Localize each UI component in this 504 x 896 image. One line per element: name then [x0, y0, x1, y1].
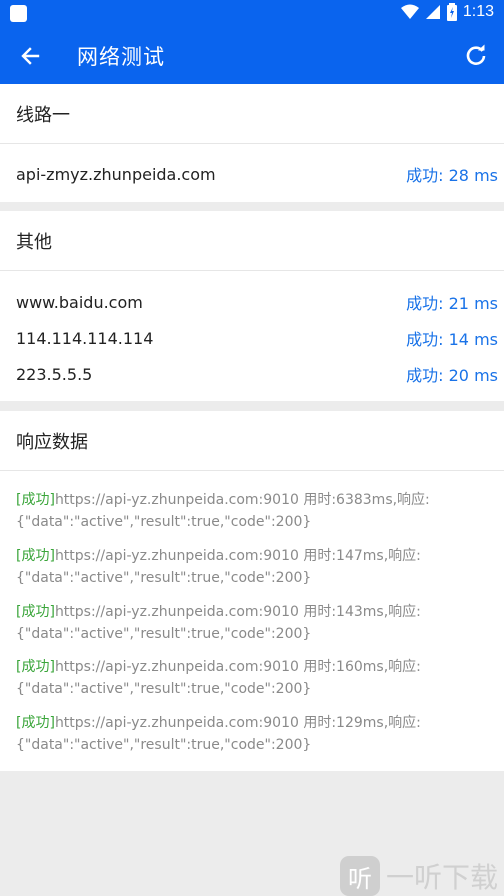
wifi-icon	[400, 4, 419, 19]
status-time: 1:13	[462, 3, 494, 20]
response-line: https://api-yz.zhunpeida.com:9010 用时:638…	[54, 492, 430, 508]
response-entry: [成功]https://api-yz.zhunpeida.com:9010 用时…	[16, 712, 484, 756]
route-row: api-zmyz.zhunpeida.com 成功: 28 ms	[16, 162, 498, 186]
response-body: {"data":"active","result":true,"code":20…	[16, 681, 312, 697]
response-tag: [成功]	[16, 604, 55, 620]
response-tag: [成功]	[16, 715, 55, 731]
refresh-button[interactable]	[463, 42, 489, 68]
response-line: https://api-yz.zhunpeida.com:9010 用时:129…	[54, 715, 421, 731]
response-body: {"data":"active","result":true,"code":20…	[16, 570, 312, 586]
response-tag: [成功]	[16, 492, 55, 508]
other-host: 223.5.5.5	[16, 364, 93, 384]
response-line: https://api-yz.zhunpeida.com:9010 用时:147…	[54, 548, 421, 564]
response-line: https://api-yz.zhunpeida.com:9010 用时:160…	[54, 659, 421, 675]
other-result: 成功: 20 ms	[406, 366, 498, 385]
other-row: 114.114.114.114 成功: 14 ms	[16, 326, 498, 350]
response-entry: [成功]https://api-yz.zhunpeida.com:9010 用时…	[16, 489, 484, 533]
other-result: 成功: 21 ms	[406, 294, 498, 313]
response-body: {"data":"active","result":true,"code":20…	[16, 737, 312, 753]
responses-heading: 响应数据	[0, 411, 504, 471]
response-tag: [成功]	[16, 659, 55, 675]
signal-icon	[425, 5, 440, 19]
watermark: 听 一听下载	[339, 856, 498, 896]
watermark-logo-icon: 听	[339, 856, 380, 896]
other-host: 114.114.114.114	[16, 328, 154, 348]
other-host: www.baidu.com	[16, 292, 143, 312]
other-row: www.baidu.com 成功: 21 ms	[16, 290, 498, 314]
status-icons: 1:13	[400, 3, 494, 21]
route-result: 成功: 28 ms	[406, 166, 498, 185]
other-heading: 其他	[0, 211, 504, 271]
response-entry: [成功]https://api-yz.zhunpeida.com:9010 用时…	[16, 545, 484, 589]
arrow-left-icon	[21, 47, 40, 65]
other-card: 其他 www.baidu.com 成功: 21 ms 114.114.114.1…	[0, 211, 504, 401]
status-bar: 1:13	[0, 0, 504, 27]
page-title: 网络测试	[77, 45, 165, 69]
notification-icon	[10, 5, 27, 22]
route-host: api-zmyz.zhunpeida.com	[16, 164, 216, 184]
response-body: {"data":"active","result":true,"code":20…	[16, 626, 312, 642]
watermark-text: 一听下载	[385, 861, 498, 894]
other-row: 223.5.5.5 成功: 20 ms	[16, 362, 498, 386]
back-button[interactable]	[17, 43, 43, 69]
response-tag: [成功]	[16, 548, 55, 564]
app-bar: 网络测试	[0, 27, 504, 84]
route1-card: 线路一 api-zmyz.zhunpeida.com 成功: 28 ms	[0, 84, 504, 202]
response-entry: [成功]https://api-yz.zhunpeida.com:9010 用时…	[16, 656, 484, 700]
battery-icon	[446, 3, 457, 21]
route1-heading: 线路一	[0, 84, 504, 144]
refresh-icon	[466, 44, 486, 65]
response-entry: [成功]https://api-yz.zhunpeida.com:9010 用时…	[16, 601, 484, 645]
other-result: 成功: 14 ms	[406, 330, 498, 349]
response-line: https://api-yz.zhunpeida.com:9010 用时:143…	[54, 604, 421, 620]
responses-card: 响应数据 [成功]https://api-yz.zhunpeida.com:90…	[0, 411, 504, 771]
response-body: {"data":"active","result":true,"code":20…	[16, 514, 312, 530]
